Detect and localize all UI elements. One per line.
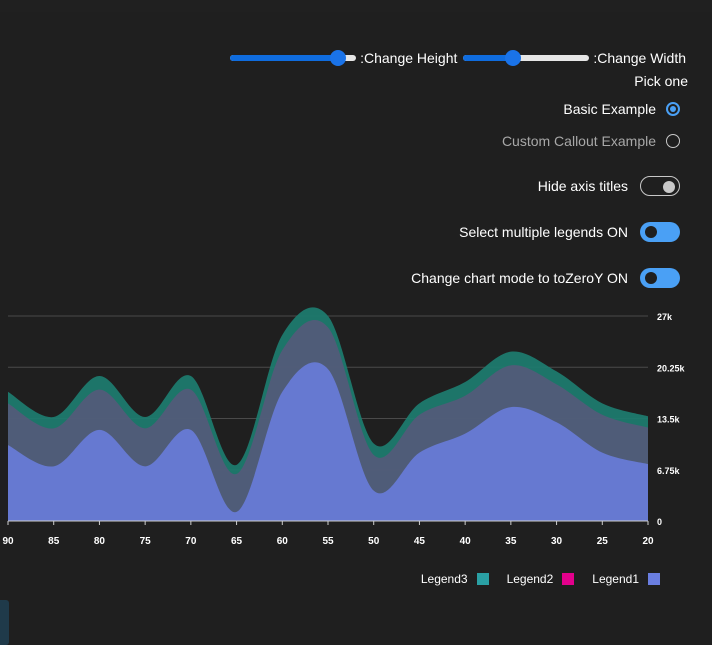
slider-row: :Change Height :Change Width — [226, 48, 688, 68]
y-tick-label: 13.5k — [657, 415, 681, 425]
radio-label: Basic Example — [563, 101, 656, 117]
x-tick-label: 20 — [642, 536, 654, 547]
height-slider-fill — [230, 55, 339, 61]
legend-item-legend1[interactable]: Legend1 — [592, 572, 660, 586]
y-tick-label: 27k — [657, 312, 673, 322]
x-tick-label: 50 — [368, 536, 380, 547]
x-tick-label: 70 — [185, 536, 197, 547]
height-slider-thumb[interactable] — [330, 50, 347, 66]
x-tick-label: 25 — [597, 536, 609, 547]
x-tick-label: 75 — [140, 536, 152, 547]
y-tick-label: 0 — [657, 517, 662, 527]
legend-label: Legend3 — [420, 572, 468, 586]
toggle-label: Hide axis titles — [537, 178, 628, 194]
legend-label: Legend1 — [592, 572, 639, 586]
x-tick-label: 85 — [48, 536, 60, 547]
height-slider[interactable] — [230, 50, 357, 66]
toggle-hide-axis-titles[interactable]: Hide axis titles — [538, 176, 680, 196]
side-panel-edge[interactable] — [0, 600, 9, 645]
height-slider-label: :Change Height — [360, 50, 458, 66]
width-slider[interactable] — [463, 50, 590, 66]
toggle-label: Change chart mode to toZeroY ON — [411, 270, 628, 286]
radio-custom-callout-example[interactable]: Custom Callout Example — [502, 133, 680, 149]
top-bar — [0, 0, 712, 12]
toggle-knob — [645, 272, 657, 284]
width-slider-label: :Change Width — [593, 50, 686, 66]
radio-basic-example[interactable]: Basic Example — [563, 101, 680, 117]
toggle-switch[interactable] — [640, 222, 680, 242]
toggle-chart-mode-tozeroy[interactable]: Change chart mode to toZeroY ON — [411, 268, 680, 288]
toggle-label: Select multiple legends ON — [459, 224, 628, 240]
toggle-select-multiple-legends[interactable]: Select multiple legends ON — [459, 222, 680, 242]
area-chart: 90 85 80 75 70 65 60 55 50 45 40 35 30 25 200 6.75k 13.5… — [2, 307, 686, 547]
y-tick-label: 6.75k — [657, 466, 681, 476]
radio-button-checked[interactable] — [666, 102, 680, 116]
radio-button[interactable] — [666, 134, 680, 148]
x-tick-label: 35 — [505, 536, 517, 547]
legend-label: Legend2 — [506, 572, 554, 586]
radio-group-label: Pick one — [634, 73, 688, 89]
x-tick-label: 60 — [277, 536, 289, 547]
x-tick-label: 40 — [460, 536, 472, 547]
radio-label: Custom Callout Example — [501, 133, 656, 149]
x-tick-label: 45 — [414, 536, 426, 547]
x-tick-label: 30 — [551, 536, 563, 547]
legend-swatch — [476, 573, 489, 585]
toggle-knob — [663, 181, 675, 193]
chart-legend: Legend3 Legend2 Legend1 — [403, 572, 660, 586]
x-tick-label: 90 — [2, 536, 14, 547]
legend-item-legend3[interactable]: Legend3 — [421, 572, 489, 586]
y-tick-label: 20.25k — [657, 363, 686, 373]
legend-swatch — [648, 573, 660, 585]
toggle-knob — [645, 226, 657, 238]
toggle-switch[interactable] — [640, 176, 680, 196]
toggle-switch[interactable] — [640, 268, 680, 288]
x-tick-label: 80 — [94, 536, 106, 547]
legend-item-legend2[interactable]: Legend2 — [507, 572, 575, 586]
x-tick-label: 55 — [322, 536, 334, 547]
legend-swatch — [562, 573, 575, 585]
width-slider-thumb[interactable] — [504, 50, 521, 66]
x-tick-label: 65 — [231, 536, 243, 547]
